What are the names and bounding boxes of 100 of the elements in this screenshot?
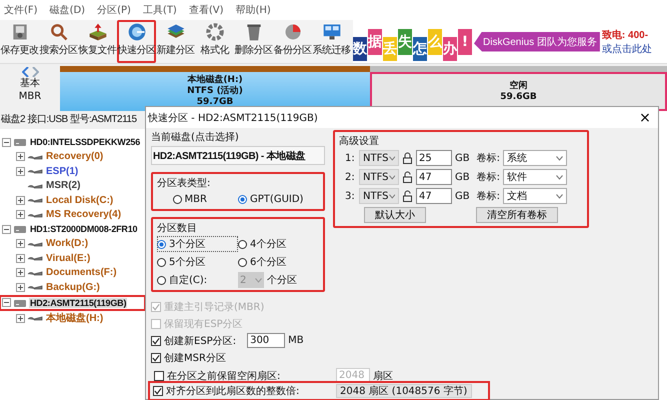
ad-character: 失 [398,28,412,54]
partition-block[interactable]: 本地磁盘(H:) NTFS (活动) 59.7GB [60,66,370,111]
toolbar-button[interactable]: 删除分区 [234,20,273,63]
expand-icon[interactable] [16,239,25,248]
unit-label: GB [455,152,470,164]
volume-label-dropdown[interactable]: 系统 [502,150,567,166]
dialog-title: 快速分区 - HD2:ASMT2115(119GB) [148,112,318,125]
dialog-button[interactable]: 清空所有卷标 [476,207,558,224]
row-number: 1: [345,152,356,164]
tree-item[interactable]: MS Recovery(4) [45,209,122,220]
expand-icon[interactable] [16,196,25,205]
ad-character: 办 [443,36,457,60]
partition-icon [27,268,43,277]
check-mark-icon [152,302,160,311]
volume-label-caption: 卷标: [476,190,500,204]
partition-icon [27,240,43,248]
chevron-down-icon [255,278,262,283]
checkbox[interactable] [151,352,161,363]
toolbar-button[interactable]: 搜索分区 [39,20,78,63]
toolbar-button[interactable]: 备份分区 [273,20,312,63]
tree-item[interactable]: 本地磁盘(H:) [45,311,104,326]
filesystem-dropdown[interactable]: NTFS [359,150,399,166]
tree-item[interactable]: Local Disk(C:) [45,194,114,206]
radio-option[interactable]: GPT(GUID) [238,191,304,208]
tree-item[interactable]: Recovery(0) [45,151,104,162]
tree-item[interactable]: MSR(2) [45,180,82,192]
unit-label: MB [288,335,304,346]
toolbar-button[interactable]: 保存更改 [0,20,39,63]
partition-icon [27,167,43,176]
size-field[interactable]: 300 [247,333,286,348]
checkbox[interactable] [151,336,161,346]
tree-item[interactable]: HD1:ST2000DM008-2FR10 [29,224,138,234]
tree-item[interactable]: Work(D:) [45,238,90,250]
menu-item[interactable]: 分区(P) [97,3,131,17]
ad-slogan: DiskGenius 团队为您服务 [474,32,600,52]
partition-icon [27,182,43,190]
menu-item[interactable]: 帮助(H) [236,3,271,17]
checkbox-label: 对齐分区到此扇区数的整数倍: [166,384,300,398]
tree-item[interactable]: ESP(1) [45,166,80,177]
collapse-icon[interactable] [2,138,11,147]
size-field[interactable]: 47 [416,169,452,186]
ad-character: 据 [368,28,382,54]
ad-character: 数 [353,36,367,60]
partition-filesystem: NTFS (活动) [187,86,243,97]
size-field[interactable]: 47 [416,188,452,204]
partition-icon [27,314,43,322]
toolbar-button[interactable]: 系统迁移 [312,20,351,63]
tree-item[interactable]: Documents(F:) [45,267,118,278]
expand-icon[interactable] [16,314,25,323]
tree-item[interactable]: HD0:INTELSSDPEKKW256 [29,137,142,148]
tree-item[interactable]: Virual(E:) [45,252,92,264]
menu-item[interactable]: 工具(T) [142,3,177,17]
radio-option[interactable]: 3个分区 [157,236,238,252]
checkbox-label: 在分区之前保留空闲扇区: [167,370,282,383]
size-field[interactable]: 25 [416,150,452,166]
radio-option[interactable]: 自定(C): [157,272,238,288]
volume-label-caption: 卷标: [476,152,500,166]
toolbar-button[interactable]: 新建分区 [156,20,195,63]
partition-size: 59.7GB [196,97,234,108]
dialog-button[interactable]: 默认大小 [364,207,426,224]
soil-block-icon [86,22,108,42]
volume-label-dropdown[interactable]: 软件 [502,169,567,186]
ad-link[interactable]: 或点击此处 [602,42,652,56]
toolbar-button[interactable]: 恢复文件 [78,20,117,63]
unit-label: GB [455,172,470,183]
radio-option[interactable]: MBR [172,191,207,208]
filesystem-dropdown[interactable]: NTFS [359,169,399,186]
chevron-down-icon [388,156,395,161]
chevron-down-icon [556,174,563,180]
checkbox-label: 保留现有ESP分区 [164,318,243,331]
expand-icon[interactable] [16,254,25,263]
tree-item[interactable]: HD2:ASMT2115(119GB) [29,298,128,308]
tree-item[interactable]: Backup(G:) [45,282,101,293]
menu-item[interactable]: 磁盘(D) [50,3,86,17]
radio-option[interactable]: 6个分区 [238,254,319,270]
disk-info: 磁盘2 接口:USB 型号:ASMT2115 [0,112,138,127]
toolbar-button[interactable]: 格式化 [195,20,234,63]
collapse-icon[interactable] [2,224,11,234]
expand-icon[interactable] [16,166,25,176]
lock-icon[interactable] [402,152,413,164]
menu-item[interactable]: 查看(V) [188,3,224,17]
expand-icon[interactable] [16,152,25,162]
alignment-dropdown[interactable]: 2048 扇区 (1048576 字节) [336,384,472,398]
radio-option[interactable]: 5个分区 [157,254,238,270]
expand-icon[interactable] [16,282,25,292]
filesystem-dropdown[interactable]: NTFS [359,188,399,204]
expand-icon[interactable] [16,268,25,278]
disk-selector-field[interactable]: HD2:ASMT2115(119GB) - 本地磁盘 [151,146,325,166]
check-mark-icon [154,387,162,396]
unlocked-lock-icon[interactable] [402,171,413,184]
collapse-icon[interactable] [2,298,11,308]
monitor-icon [320,22,342,42]
volume-label-dropdown[interactable]: 文档 [502,188,567,204]
group-label: 高级设置 [339,134,380,148]
unlocked-lock-icon[interactable] [402,190,413,202]
radio-option[interactable]: 4个分区 [238,236,319,252]
partition-label: 空闲 [510,80,528,92]
checkbox[interactable] [153,386,163,396]
expand-icon[interactable] [16,210,25,220]
menu-item[interactable]: 文件(F) [4,3,38,17]
